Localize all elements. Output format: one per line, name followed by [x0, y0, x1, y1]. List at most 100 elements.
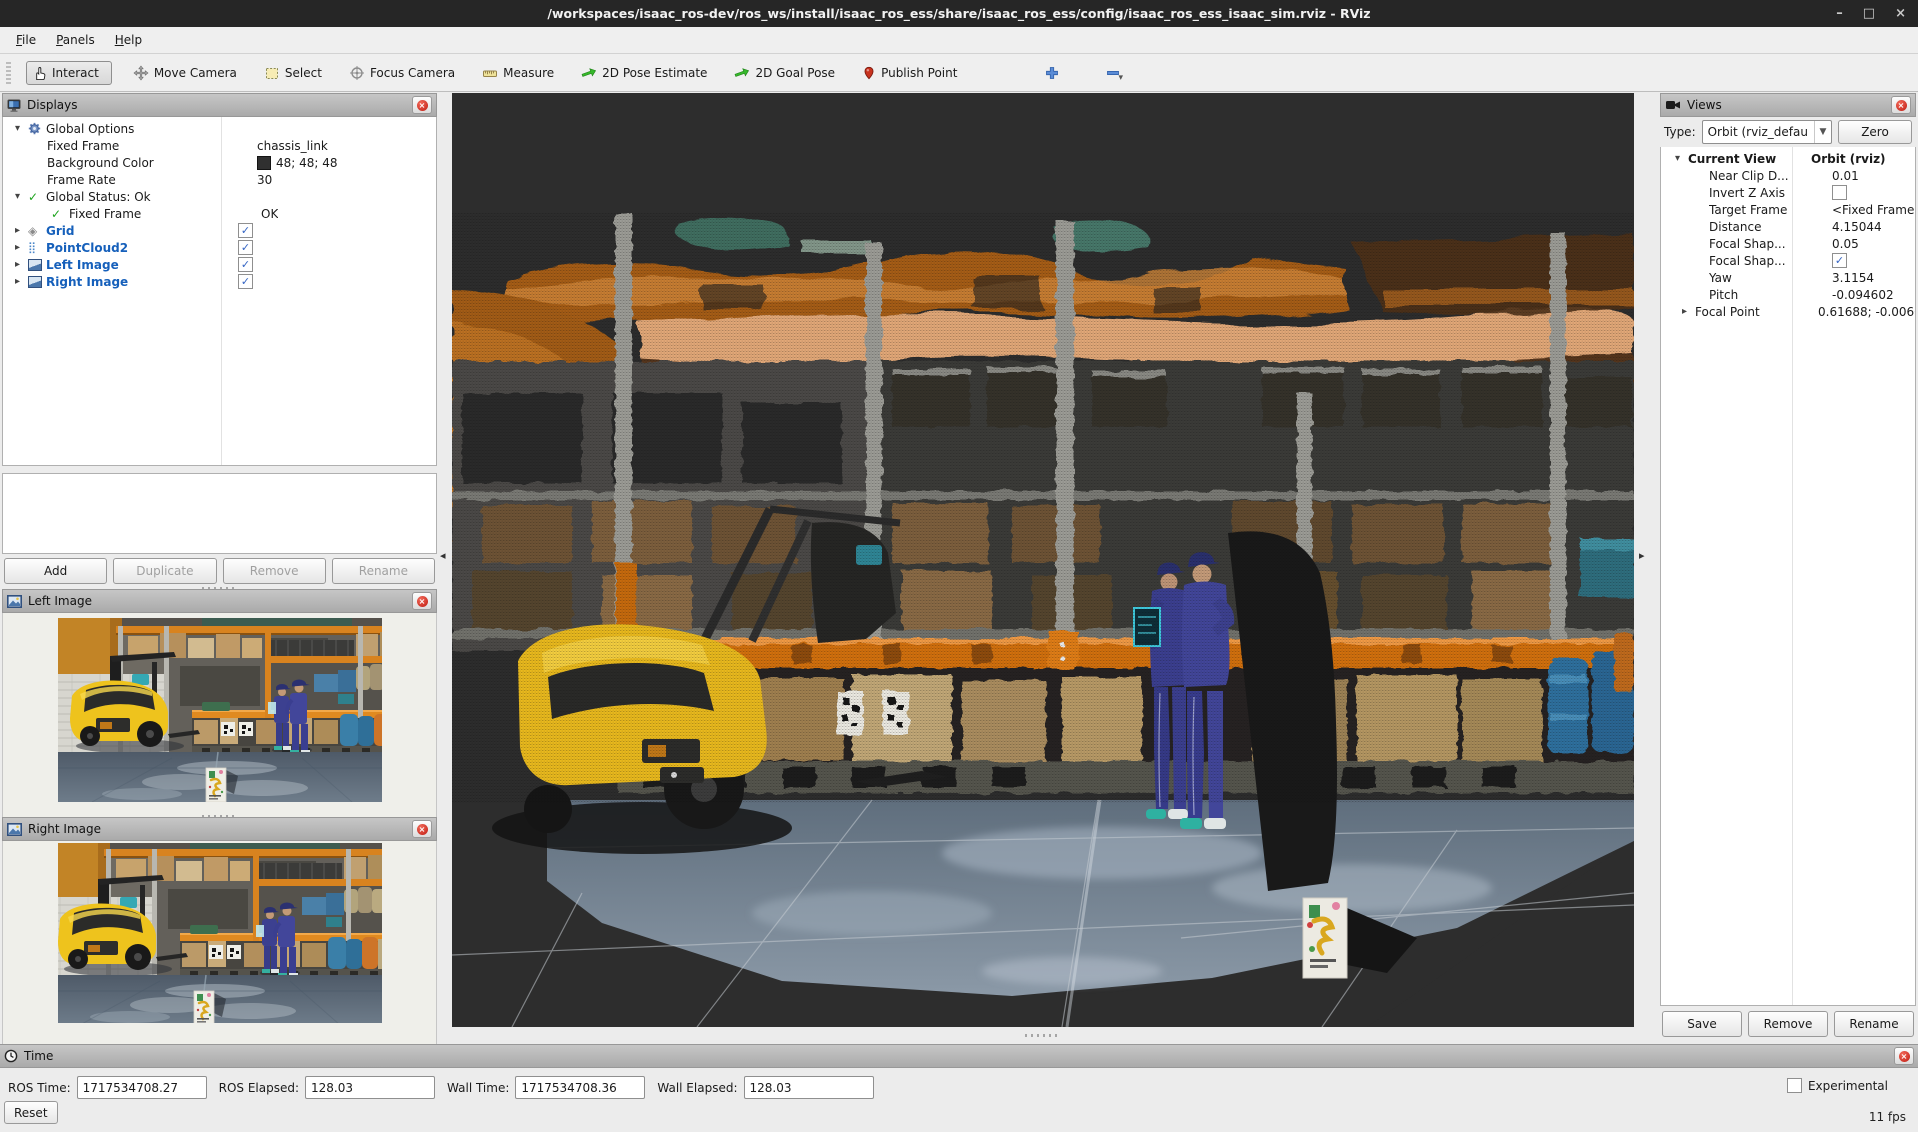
measure-tool-button[interactable]: Measure — [476, 61, 560, 85]
row-value-cell[interactable] — [1827, 253, 1851, 268]
row-value-cell[interactable]: OK — [256, 207, 278, 221]
tree-row[interactable]: Distance 4.15044 — [1661, 218, 1915, 235]
move-camera-tool-button[interactable]: Move Camera — [127, 61, 243, 85]
views-panel-header[interactable]: Views — [1660, 93, 1916, 117]
tree-row[interactable]: Yaw 3.1154 — [1661, 269, 1915, 286]
expander-icon[interactable] — [15, 259, 28, 270]
row-value-icon[interactable] — [238, 257, 253, 272]
menu-file[interactable]: File — [6, 29, 46, 51]
tree-row[interactable]: Global Status: Ok — [3, 188, 436, 205]
time-field-input[interactable]: 128.03 — [305, 1076, 435, 1099]
remove-tool-button[interactable]: ▾ — [1099, 59, 1129, 87]
expander-icon[interactable] — [1675, 153, 1688, 164]
row-value-cell[interactable] — [233, 223, 257, 238]
add-tool-button[interactable] — [1038, 61, 1066, 85]
time-panel-header[interactable]: Time — [0, 1044, 1918, 1068]
tree-row[interactable]: Right Image — [3, 273, 436, 290]
row-value-cell[interactable] — [233, 274, 257, 289]
row-value-cell[interactable] — [233, 240, 257, 255]
save-button[interactable]: Save — [1662, 1011, 1742, 1037]
rename-button[interactable]: Rename — [1834, 1011, 1914, 1037]
remove-button[interactable]: Remove — [223, 558, 326, 584]
select-tool-button[interactable]: Select — [258, 61, 328, 85]
row-value-cell[interactable]: 48; 48; 48 — [252, 156, 338, 170]
row-value-cell[interactable]: 4.15044 — [1827, 220, 1882, 234]
tree-row[interactable]: Focal Shap... — [1661, 252, 1915, 269]
expander-icon[interactable] — [15, 242, 28, 253]
zero-button[interactable]: Zero — [1838, 120, 1912, 144]
tree-row[interactable]: Frame Rate 30 — [3, 171, 436, 188]
row-value-cell[interactable]: 0.05 — [1827, 237, 1859, 251]
panel-close-button[interactable] — [1894, 1047, 1914, 1065]
panel-close-button[interactable] — [412, 96, 432, 114]
tree-row[interactable]: Invert Z Axis — [1661, 184, 1915, 201]
toolbar-grip[interactable] — [6, 62, 11, 84]
rename-button[interactable]: Rename — [332, 558, 435, 584]
experimental-checkbox[interactable] — [1787, 1078, 1802, 1093]
tree-row[interactable]: Grid — [3, 222, 436, 239]
row-value-icon[interactable] — [238, 274, 253, 289]
row-value-cell[interactable]: Orbit (rviz) — [1806, 152, 1886, 166]
collapse-left-panel-icon[interactable]: ◂ — [440, 549, 446, 562]
row-value-cell[interactable]: <Fixed Frame> — [1827, 203, 1915, 217]
collapse-right-panel-icon[interactable]: ▸ — [1639, 549, 1645, 562]
chevron-down-icon[interactable]: ▾ — [1118, 73, 1123, 83]
column-divider[interactable] — [221, 117, 222, 465]
row-value-icon[interactable] — [238, 223, 253, 238]
expander-icon[interactable] — [15, 191, 28, 202]
row-value-cell[interactable]: 3.1154 — [1827, 271, 1874, 285]
panel-close-button[interactable] — [412, 592, 432, 610]
add-button[interactable]: Add — [4, 558, 107, 584]
tree-row[interactable]: Focal Shap... 0.05 — [1661, 235, 1915, 252]
expander-icon[interactable] — [15, 225, 28, 236]
tree-row[interactable]: Current View Orbit (rviz) — [1661, 150, 1915, 167]
row-value-cell[interactable]: 0.61688; -0.0060... — [1813, 305, 1915, 319]
row-value-icon[interactable] — [1832, 185, 1847, 200]
reset-button[interactable]: Reset — [4, 1101, 58, 1124]
pose-estimate-tool-button[interactable]: 2D Pose Estimate — [575, 61, 713, 85]
menu-help[interactable]: Help — [105, 29, 152, 51]
expander-icon[interactable] — [15, 276, 28, 287]
row-value-icon[interactable] — [238, 240, 253, 255]
tree-row[interactable]: Background Color 48; 48; 48 — [3, 154, 436, 171]
tree-row[interactable]: Pitch -0.094602 — [1661, 286, 1915, 303]
row-value-icon[interactable] — [1832, 253, 1847, 268]
time-field-input[interactable]: 1717534708.36 — [515, 1076, 645, 1099]
panel-close-button[interactable] — [1891, 96, 1911, 114]
interact-tool-button[interactable]: Interact — [26, 61, 112, 85]
row-value-icon[interactable] — [257, 156, 271, 170]
close-icon[interactable]: × — [1895, 6, 1906, 21]
remove-button[interactable]: Remove — [1748, 1011, 1828, 1037]
tree-row[interactable]: Left Image — [3, 256, 436, 273]
view-type-dropdown[interactable]: Orbit (rviz_defau ▼ — [1702, 120, 1832, 144]
panel-close-button[interactable] — [412, 820, 432, 838]
publish-point-tool-button[interactable]: Publish Point — [856, 61, 963, 85]
goal-pose-tool-button[interactable]: 2D Goal Pose — [728, 61, 841, 85]
row-value-cell[interactable]: -0.094602 — [1827, 288, 1894, 302]
row-value-cell[interactable]: 30 — [252, 173, 272, 187]
focus-camera-tool-button[interactable]: Focus Camera — [343, 61, 461, 85]
tree-row[interactable]: PointCloud2 — [3, 239, 436, 256]
3d-viewport[interactable] — [452, 93, 1634, 1027]
expander-icon[interactable] — [1682, 306, 1695, 317]
tree-row[interactable]: Focal Point 0.61688; -0.0060... — [1661, 303, 1915, 320]
tree-row[interactable]: Near Clip D... 0.01 — [1661, 167, 1915, 184]
expander-icon[interactable] — [15, 123, 28, 134]
row-value-cell[interactable] — [1827, 185, 1851, 200]
tree-row[interactable]: Target Frame <Fixed Frame> — [1661, 201, 1915, 218]
left-image-panel-header[interactable]: Left Image — [2, 589, 437, 613]
menu-panels[interactable]: Panels — [46, 29, 105, 51]
tree-row[interactable]: Fixed Frame OK — [3, 205, 436, 222]
maximize-icon[interactable]: □ — [1863, 6, 1875, 21]
minimize-icon[interactable]: – — [1836, 6, 1843, 21]
row-value-cell[interactable]: chassis_link — [252, 139, 328, 153]
duplicate-button[interactable]: Duplicate — [113, 558, 216, 584]
tree-row[interactable]: Global Options — [3, 120, 436, 137]
viewport-splitter[interactable] — [1023, 1032, 1063, 1039]
row-value-cell[interactable]: 0.01 — [1827, 169, 1859, 183]
row-value-cell[interactable] — [233, 257, 257, 272]
time-field-input[interactable]: 128.03 — [744, 1076, 874, 1099]
tree-row[interactable]: Fixed Frame chassis_link — [3, 137, 436, 154]
right-image-panel-header[interactable]: Right Image — [2, 817, 437, 841]
time-field-input[interactable]: 1717534708.27 — [77, 1076, 207, 1099]
